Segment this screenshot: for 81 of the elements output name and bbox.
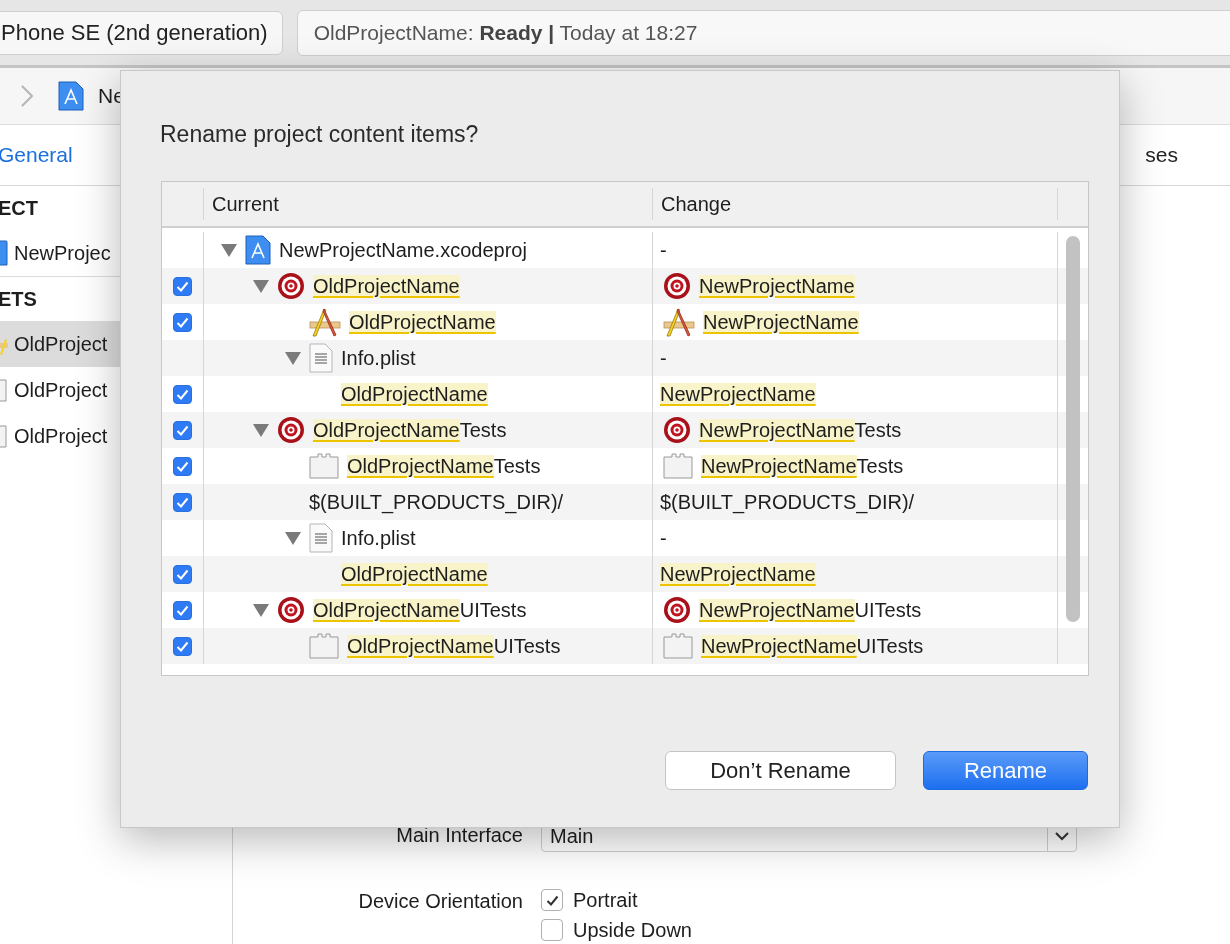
new-name: NewProjectName <box>660 382 816 406</box>
new-name: NewProjectNameTests <box>699 418 902 442</box>
section-header: ETS <box>0 286 37 312</box>
checkbox[interactable] <box>173 600 192 620</box>
option-label: Portrait <box>573 888 638 913</box>
checkbox[interactable] <box>173 420 192 440</box>
checkmark-icon <box>176 280 189 292</box>
new-name: $(BUILT_PRODUCTS_DIR)/ <box>660 490 915 514</box>
item-name: OldProjectNameTests <box>347 454 541 478</box>
new-name: - <box>660 238 667 262</box>
expanded-triangle-icon[interactable] <box>285 351 301 365</box>
checkmark-icon <box>176 640 189 652</box>
item-name: Info.plist <box>341 526 416 550</box>
activity-status: OldProjectName: Ready | Today at 18:27 <box>296 9 1230 56</box>
scrollbar[interactable] <box>1066 236 1080 622</box>
checkbox[interactable] <box>541 889 563 911</box>
checkmark-icon <box>176 460 189 472</box>
item-name: OldProjectName <box>341 562 488 586</box>
item-name: OldProjectNameTests <box>313 418 507 442</box>
table-row[interactable]: OldProjectName NewProjectName <box>162 268 1088 304</box>
tab[interactable]: ses <box>1145 143 1178 167</box>
document-icon <box>309 343 333 373</box>
field-label: Device Orientation <box>357 889 523 914</box>
column-header[interactable]: Current <box>212 192 279 216</box>
new-name: - <box>660 526 667 550</box>
column-header[interactable]: Change <box>661 192 732 216</box>
document-icon <box>309 523 333 553</box>
new-name: NewProjectName <box>699 274 855 298</box>
expanded-triangle-icon[interactable] <box>221 243 237 257</box>
field-label: Main Interface <box>395 823 523 848</box>
expanded-triangle-icon[interactable] <box>253 423 269 437</box>
item-name: OldProjectName <box>313 274 460 298</box>
checkbox[interactable] <box>541 919 563 941</box>
checkmark-icon <box>545 894 559 906</box>
table-row[interactable]: $(BUILT_PRODUCTS_DIR)/ $(BUILT_PRODUCTS_DIR)/ <box>162 484 1088 520</box>
new-name: NewProjectName <box>703 310 859 334</box>
option-label: Upside Down <box>573 918 692 943</box>
dialog-title: Rename project content items? <box>160 121 480 148</box>
checkmark-icon <box>176 568 189 580</box>
table-row[interactable]: Info.plist - <box>162 340 1088 376</box>
new-name: NewProjectNameUITests <box>701 634 924 658</box>
new-name: NewProjectNameUITests <box>699 598 922 622</box>
checkmark-icon <box>176 604 189 616</box>
target-icon <box>663 416 691 444</box>
item-name: OldProjectName <box>341 382 488 406</box>
checkmark-icon <box>176 388 189 400</box>
checkbox[interactable] <box>173 456 192 476</box>
rename-button[interactable]: Rename <box>923 751 1088 790</box>
target-icon <box>277 272 305 300</box>
expanded-triangle-icon[interactable] <box>253 603 269 617</box>
item-name: OldProjectNameUITests <box>313 598 527 622</box>
table-row[interactable]: OldProjectNameUITests NewProjectNameUITests <box>162 628 1088 664</box>
table-row[interactable]: OldProjectName NewProjectName <box>162 556 1088 592</box>
expanded-triangle-icon[interactable] <box>285 531 301 545</box>
new-name: - <box>660 346 667 370</box>
item-name: OldProjectName <box>349 310 496 334</box>
item-name: OldProjectNameUITests <box>347 634 561 658</box>
checkbox[interactable] <box>173 564 192 584</box>
item-name: $(BUILT_PRODUCTS_DIR)/ <box>309 490 564 514</box>
new-name: NewProjectNameTests <box>701 454 904 478</box>
target-icon <box>663 272 691 300</box>
item-name: NewProjectName.xcodeproj <box>279 238 527 262</box>
item-name: Info.plist <box>341 346 416 370</box>
checkbox[interactable] <box>173 384 192 404</box>
target-icon <box>277 596 305 624</box>
checkbox[interactable] <box>173 636 192 656</box>
checkmark-icon <box>176 424 189 436</box>
checkbox[interactable] <box>173 312 192 332</box>
checkmark-icon <box>176 496 189 508</box>
new-name: NewProjectName <box>660 562 816 586</box>
cancel-button[interactable]: Don’t Rename <box>665 751 896 790</box>
chevron-down-icon <box>1055 831 1069 841</box>
section-header: ECT <box>0 195 38 221</box>
target-icon <box>277 416 305 444</box>
checkbox[interactable] <box>173 276 192 296</box>
target-icon <box>663 596 691 624</box>
checkbox[interactable] <box>173 492 192 512</box>
scheme-selector[interactable]: Phone SE (2nd generation) <box>0 10 283 55</box>
expanded-triangle-icon[interactable] <box>253 279 269 293</box>
checkmark-icon <box>176 316 189 328</box>
table-row[interactable]: OldProjectNameTests NewProjectNameTests <box>162 412 1088 448</box>
